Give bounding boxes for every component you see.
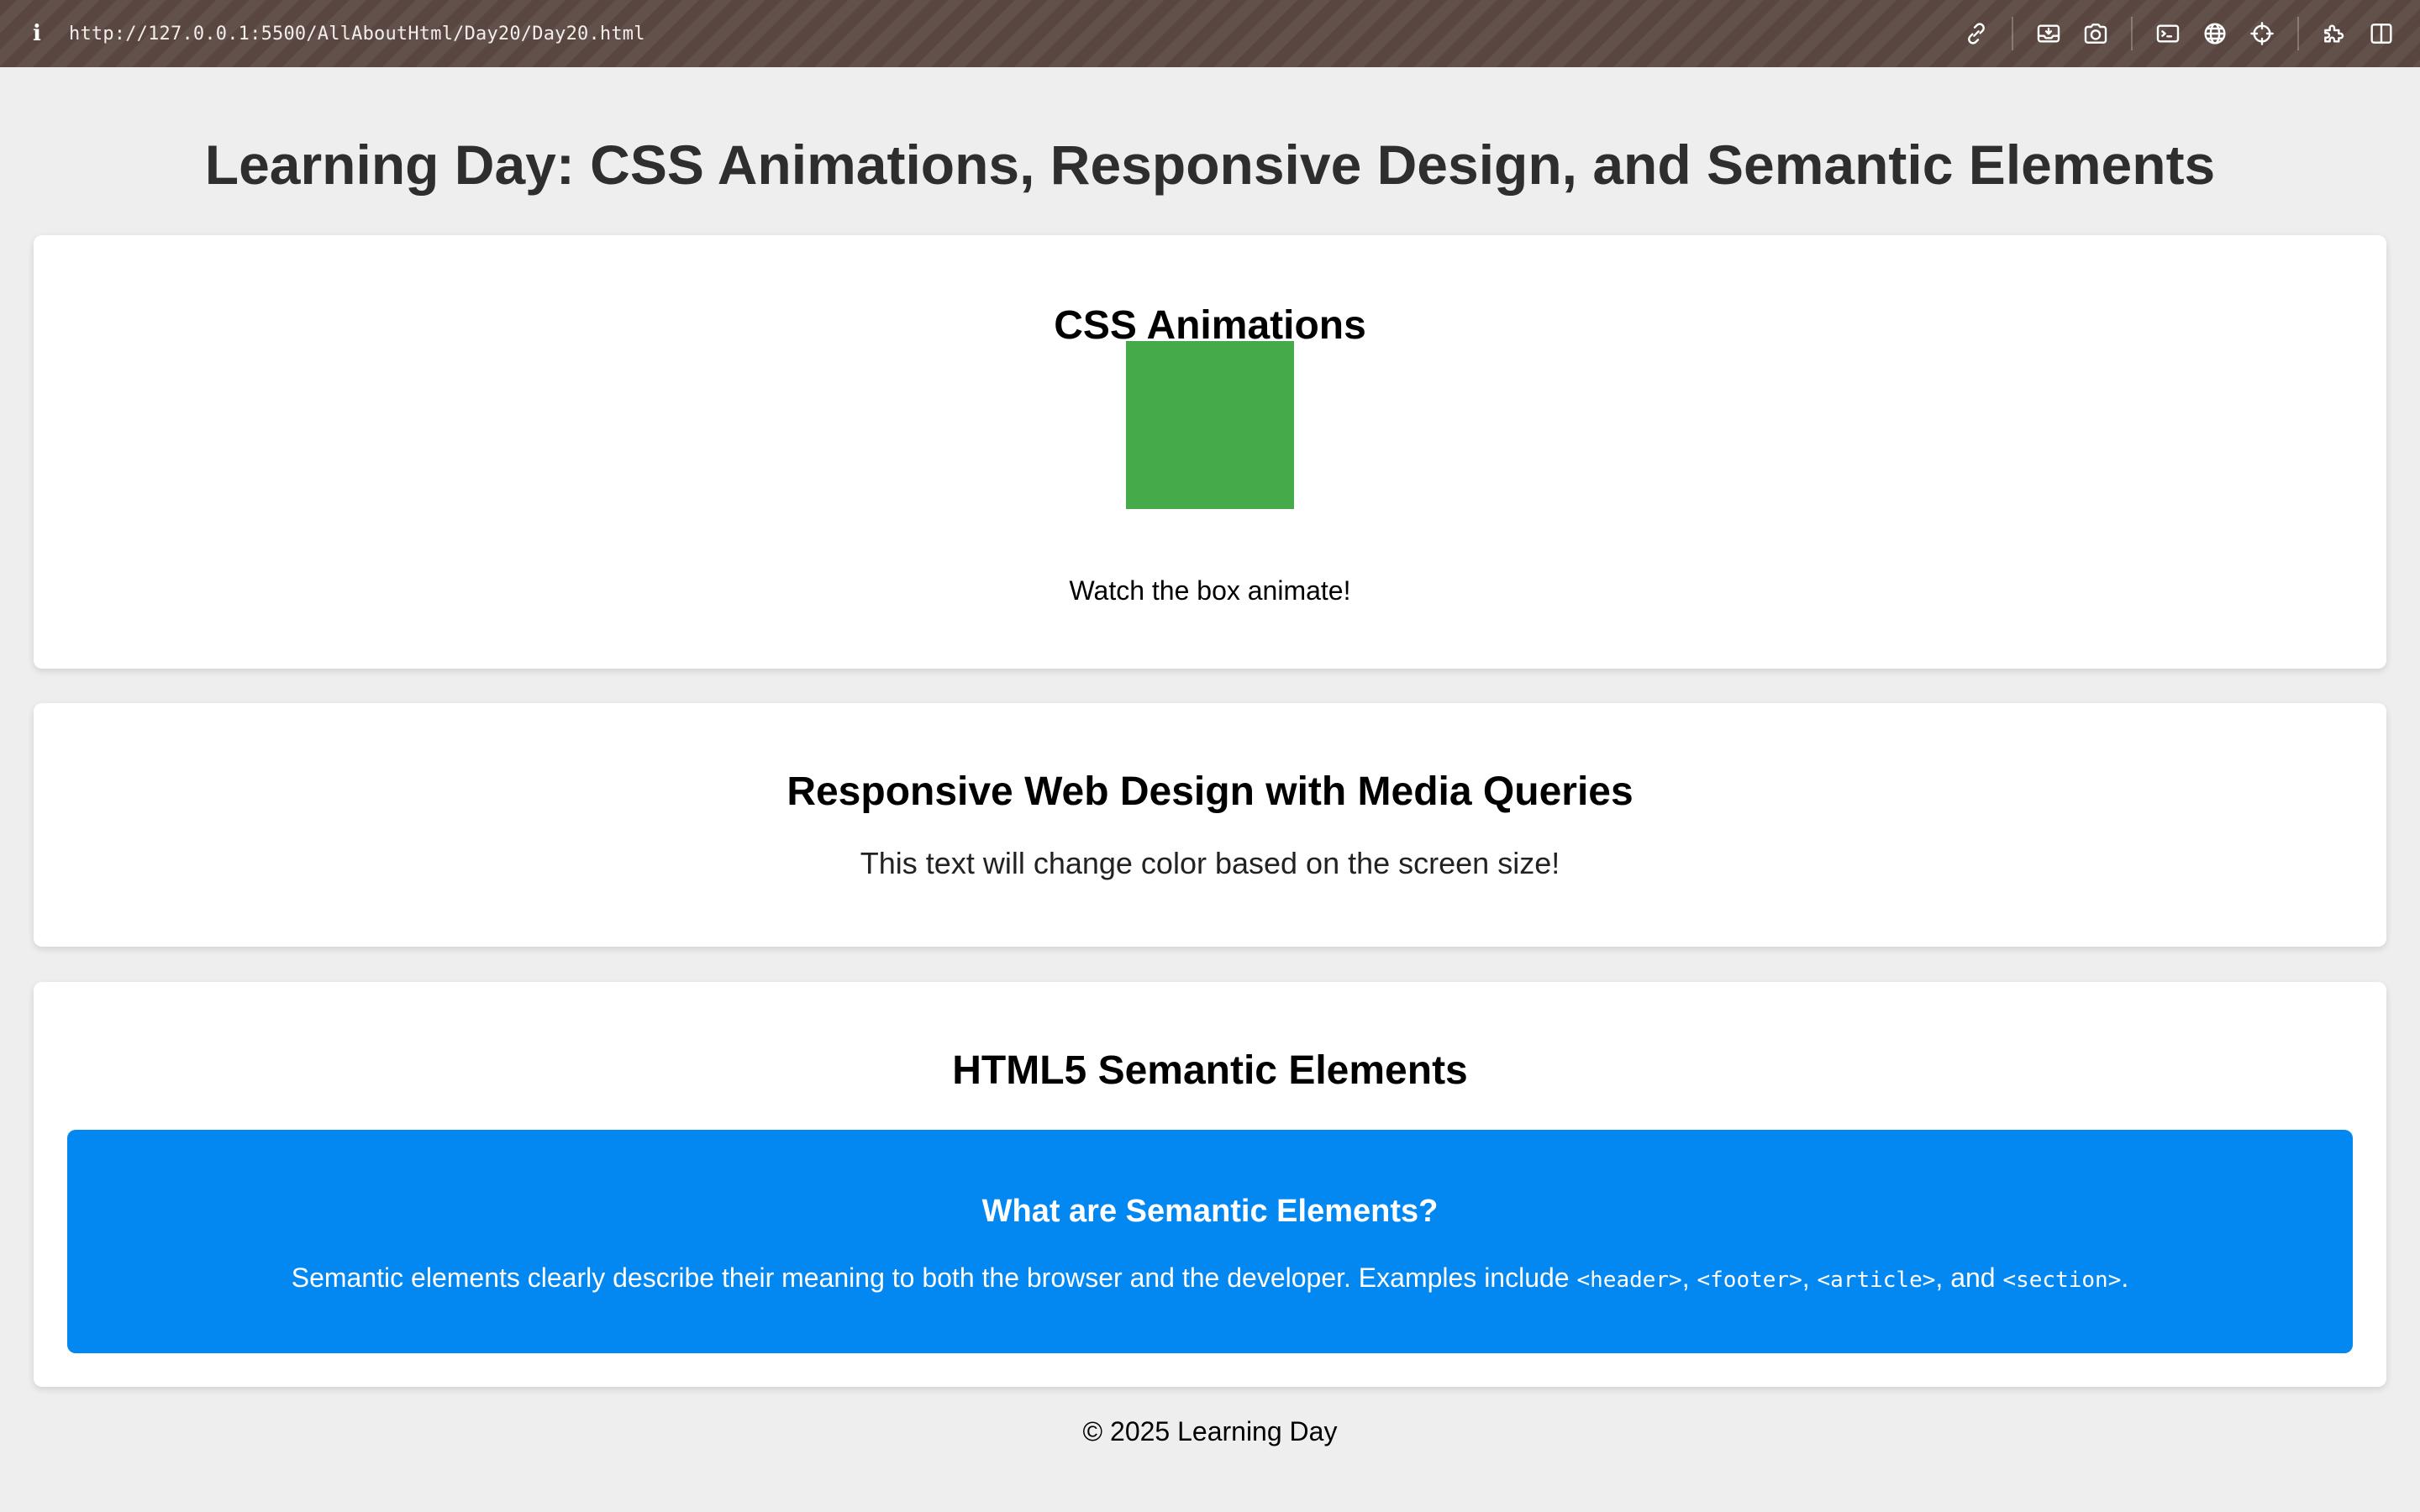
page-footer: © 2025 Learning Day	[1082, 1416, 1338, 1446]
semantic-info-box: What are Semantic Elements? Semantic ele…	[67, 1130, 2353, 1353]
text-separator: , and	[1935, 1263, 2003, 1293]
split-view-icon[interactable]	[2358, 10, 2405, 57]
semantic-text-intro: Semantic elements clearly describe their…	[291, 1263, 1577, 1293]
text-period: .	[2121, 1263, 2129, 1293]
semantic-heading: HTML5 Semantic Elements	[952, 1048, 1468, 1093]
animations-section: CSS Animations Watch the box animate!	[34, 235, 2386, 669]
toolbar-divider	[2297, 17, 2299, 50]
browser-toolbar: i http://127.0.0.1:5500/AllAboutHtml/Day…	[0, 0, 2420, 67]
semantic-section: HTML5 Semantic Elements What are Semanti…	[34, 982, 2386, 1387]
responsive-section: Responsive Web Design with Media Queries…	[34, 703, 2386, 947]
semantic-box-text: Semantic elements clearly describe their…	[67, 1263, 2353, 1294]
address-bar-url[interactable]: http://127.0.0.1:5500/AllAboutHtml/Day20…	[69, 24, 645, 45]
link-icon[interactable]	[1953, 10, 2000, 57]
toolbar-divider	[2012, 17, 2013, 50]
animations-caption: Watch the box animate!	[1069, 575, 1351, 606]
inbox-download-icon[interactable]	[2025, 10, 2072, 57]
page-viewport: Learning Day: CSS Animations, Responsive…	[0, 67, 2420, 1512]
code-header-tag: <header>	[1576, 1268, 1682, 1293]
text-separator: ,	[1802, 1263, 1818, 1293]
toolbar-actions	[1953, 0, 2405, 67]
terminal-icon[interactable]	[2144, 10, 2191, 57]
globe-icon[interactable]	[2191, 10, 2238, 57]
toolbar-divider	[2131, 17, 2133, 50]
text-separator: ,	[1681, 1263, 1697, 1293]
extensions-icon[interactable]	[2311, 10, 2358, 57]
code-footer-tag: <footer>	[1697, 1268, 1802, 1293]
crosshair-icon[interactable]	[2238, 10, 2286, 57]
info-icon[interactable]: i	[18, 21, 55, 46]
animated-box	[1126, 341, 1294, 509]
semantic-box-heading: What are Semantic Elements?	[981, 1194, 1439, 1229]
responsive-text: This text will change color based on the…	[860, 846, 1560, 880]
page-title: Learning Day: CSS Animations, Responsive…	[204, 134, 2216, 196]
code-section-tag: <section>	[2002, 1268, 2122, 1293]
responsive-heading: Responsive Web Design with Media Queries	[786, 769, 1634, 814]
camera-icon[interactable]	[2072, 10, 2119, 57]
code-article-tag: <article>	[1817, 1268, 1936, 1293]
